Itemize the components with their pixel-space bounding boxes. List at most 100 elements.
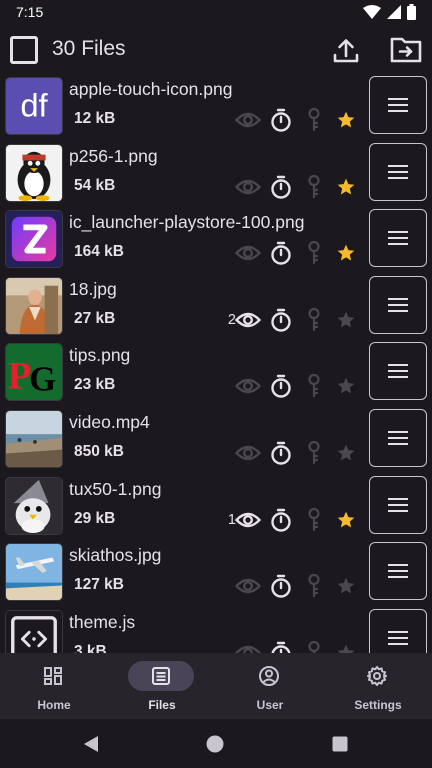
key-icon <box>308 174 320 198</box>
svg-text:P: P <box>8 356 32 398</box>
favorite-star-button[interactable] <box>333 240 359 266</box>
key-icon <box>308 440 320 465</box>
file-thumbnail[interactable] <box>5 476 63 535</box>
views-indicator <box>234 373 262 399</box>
expiry-timer-button[interactable] <box>268 573 294 599</box>
file-menu-button[interactable] <box>369 475 427 534</box>
file-row[interactable]: tux50-1.png 29 kB 1 <box>0 475 432 543</box>
file-size: 54 kB <box>74 176 116 194</box>
svg-text:G: G <box>29 360 56 399</box>
file-name[interactable]: video.mp4 <box>69 412 150 433</box>
password-key-indicator <box>301 373 327 399</box>
move-to-folder-button[interactable] <box>390 34 422 66</box>
expiry-timer-button[interactable] <box>268 174 294 200</box>
nav-item-files[interactable]: Files <box>108 653 216 719</box>
file-name[interactable]: theme.js <box>69 612 135 633</box>
star-icon <box>337 178 355 195</box>
select-all-checkbox[interactable] <box>10 36 38 64</box>
file-row[interactable]: P Gtips.png 23 kB <box>0 342 432 409</box>
file-thumbnail[interactable]: PG <box>5 343 63 402</box>
file-menu-button[interactable] <box>369 409 427 467</box>
key-icon <box>308 374 320 398</box>
file-name[interactable]: ic_launcher-playstore-100.png <box>69 212 304 233</box>
file-name[interactable]: skiathos.jpg <box>69 545 161 566</box>
file-thumbnail[interactable] <box>5 410 63 468</box>
file-name[interactable]: p256-1.png <box>69 146 158 167</box>
favorite-star-button[interactable] <box>333 373 359 399</box>
expiry-timer-button[interactable] <box>268 373 294 399</box>
file-list[interactable]: df apple-touch-icon.png 12 kB p256-1.png 54 … <box>0 76 432 653</box>
timer-icon <box>271 108 291 132</box>
eye-icon <box>235 112 261 128</box>
file-menu-button[interactable] <box>369 76 427 134</box>
file-row[interactable]: skiathos.jpg 127 kB <box>0 542 432 609</box>
hamburger-menu-icon <box>388 231 408 246</box>
home-circle-icon[interactable] <box>206 735 224 753</box>
nav-pill <box>344 661 410 691</box>
favorite-star-button[interactable] <box>333 440 359 466</box>
favorite-star-button[interactable] <box>333 507 359 533</box>
recents-icon[interactable] <box>331 735 349 753</box>
eye-icon <box>235 578 261 594</box>
expiry-timer-button[interactable] <box>268 307 294 333</box>
favorite-star-button[interactable] <box>333 640 359 653</box>
upload-icon <box>333 39 359 63</box>
hamburger-menu-icon <box>388 98 408 112</box>
key-icon <box>308 640 320 653</box>
file-row[interactable]: theme.js 3 kB <box>0 608 432 653</box>
star-icon <box>337 444 355 461</box>
expiry-timer-button[interactable] <box>268 640 294 653</box>
expiry-timer-button[interactable] <box>268 507 294 533</box>
file-thumbnail[interactable] <box>5 609 63 653</box>
views-indicator <box>234 440 262 466</box>
timer-icon <box>271 641 291 653</box>
file-menu-button[interactable] <box>369 542 427 601</box>
expiry-timer-button[interactable] <box>268 440 294 466</box>
expiry-timer-button[interactable] <box>268 240 294 266</box>
file-row[interactable]: ic_launcher-playstore-100.png 164 kB <box>0 209 432 276</box>
star-icon <box>337 644 355 653</box>
nav-pill <box>128 661 194 691</box>
file-name[interactable]: 18.jpg <box>69 279 117 300</box>
file-name[interactable]: tux50-1.png <box>69 479 161 500</box>
back-icon[interactable] <box>82 735 100 753</box>
hamburger-menu-icon <box>388 497 408 512</box>
file-row[interactable]: video.mp4 850 kB <box>0 409 432 476</box>
gear-icon <box>367 666 387 686</box>
file-menu-button[interactable] <box>369 209 427 268</box>
cell-signal-icon <box>387 5 401 19</box>
file-menu-button[interactable] <box>369 342 427 401</box>
upload-button[interactable] <box>330 34 362 66</box>
file-menu-button[interactable] <box>369 275 427 334</box>
file-menu-button[interactable] <box>369 608 427 653</box>
expiry-timer-button[interactable] <box>268 107 294 133</box>
views-indicator <box>234 640 262 653</box>
favorite-star-button[interactable] <box>333 307 359 333</box>
hamburger-menu-icon <box>388 164 408 179</box>
hamburger-menu-icon <box>388 297 408 312</box>
nav-item-home[interactable]: Home <box>0 653 108 719</box>
favorite-star-button[interactable] <box>333 573 359 599</box>
dashboard-icon <box>44 667 62 685</box>
file-thumbnail[interactable] <box>5 543 63 602</box>
user-circle-icon <box>259 666 279 686</box>
nav-item-user[interactable]: User <box>216 653 324 719</box>
password-key-indicator <box>301 240 327 266</box>
file-row[interactable]: 18.jpg 27 kB 2 <box>0 275 432 343</box>
file-name[interactable]: apple-touch-icon.png <box>69 79 232 100</box>
file-thumbnail[interactable] <box>5 143 63 202</box>
bottom-navigation: Home Files User Settings <box>0 653 432 719</box>
nav-item-settings[interactable]: Settings <box>324 653 432 719</box>
favorite-star-button[interactable] <box>333 174 359 200</box>
file-menu-button[interactable] <box>369 142 427 201</box>
file-thumbnail[interactable] <box>5 276 63 335</box>
file-name[interactable]: tips.png <box>69 345 130 366</box>
file-size: 23 kB <box>74 376 116 394</box>
favorite-star-button[interactable] <box>333 107 359 133</box>
file-thumbnail[interactable] <box>5 210 63 269</box>
key-icon <box>308 107 320 132</box>
file-row[interactable]: df apple-touch-icon.png 12 kB <box>0 76 432 143</box>
timer-icon <box>271 441 291 465</box>
file-row[interactable]: p256-1.png 54 kB <box>0 142 432 210</box>
file-thumbnail[interactable]: df <box>5 77 63 135</box>
